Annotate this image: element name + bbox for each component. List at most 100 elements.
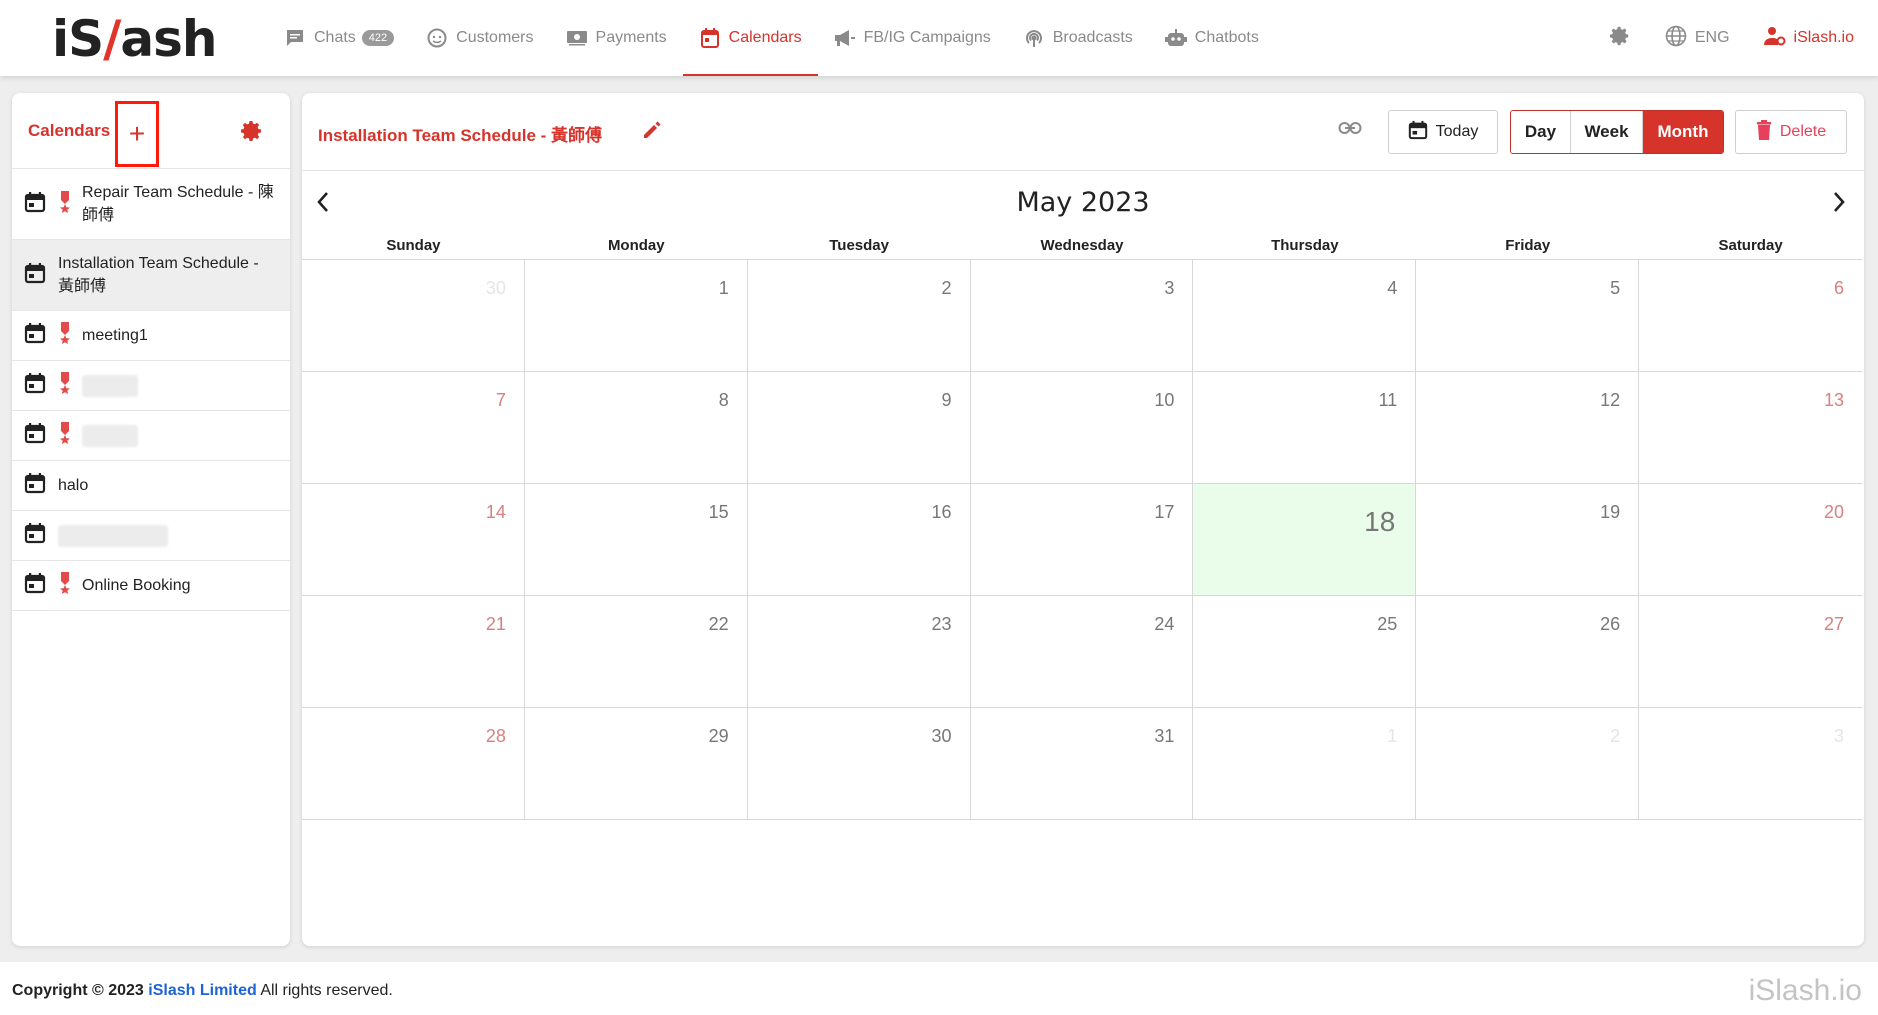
day-cell[interactable]: 24: [970, 596, 1194, 708]
language-selector[interactable]: ENG: [1665, 25, 1730, 52]
plus-icon: +: [128, 118, 146, 149]
nav-payments[interactable]: Payments: [550, 0, 683, 76]
day-cell[interactable]: 9: [747, 372, 971, 484]
next-month-button[interactable]: [1832, 191, 1846, 218]
view-week-button[interactable]: Week: [1571, 111, 1643, 153]
day-number: 5: [1610, 278, 1621, 298]
day-number: 3: [1164, 278, 1175, 298]
calendar-main-panel: Installation Team Schedule - 黃師傅 Today D…: [302, 93, 1864, 946]
day-cell[interactable]: 20: [1639, 484, 1862, 596]
gear-icon: [1609, 25, 1631, 52]
nav-right: ENG iSlash.io: [1609, 0, 1854, 76]
day-cell[interactable]: 2: [747, 260, 971, 372]
day-number: 9: [941, 390, 952, 410]
sidebar-item-hidden-2[interactable]: [12, 411, 290, 461]
today-cell[interactable]: 18: [1193, 484, 1417, 596]
day-cell[interactable]: 1: [524, 260, 748, 372]
weekday-label: Saturday: [1718, 237, 1783, 254]
day-cell[interactable]: 25: [1193, 596, 1417, 708]
day-cell[interactable]: 14: [302, 484, 525, 596]
day-number: 6: [1833, 278, 1844, 298]
day-cell[interactable]: 10: [970, 372, 1194, 484]
day-cell[interactable]: 5: [1416, 260, 1640, 372]
calendar-icon: [24, 522, 48, 549]
calendar-icon: [24, 322, 48, 349]
day-cell[interactable]: 21: [302, 596, 525, 708]
sidebar-item-meeting1[interactable]: meeting1: [12, 311, 290, 361]
nav-chatbots[interactable]: Chatbots: [1149, 0, 1275, 76]
month-grid: 30 1 2 3 4 5 6 7 8 9 10 11 12 13 14 15 1…: [302, 259, 1862, 820]
day-cell[interactable]: 11: [1193, 372, 1417, 484]
weekday-label: Wednesday: [1040, 237, 1124, 254]
sidebar-item-repair-team[interactable]: Repair Team Schedule - 陳師傅: [12, 169, 290, 240]
settings-button[interactable]: [1609, 25, 1631, 52]
day-cell[interactable]: 31: [970, 708, 1194, 820]
weekday-label: Tuesday: [829, 237, 889, 254]
chats-count-badge: 422: [361, 30, 395, 46]
day-cell[interactable]: 16: [747, 484, 971, 596]
day-cell[interactable]: 1: [1193, 708, 1417, 820]
day-cell[interactable]: 27: [1639, 596, 1862, 708]
nav-chats[interactable]: Chats 422: [268, 0, 410, 76]
day-number: 10: [1154, 390, 1175, 410]
award-ribbon-icon: [58, 372, 72, 399]
weekday-label: Sunday: [386, 237, 441, 254]
day-cell[interactable]: 30: [302, 260, 525, 372]
day-cell[interactable]: 30: [747, 708, 971, 820]
day-cell[interactable]: 12: [1416, 372, 1640, 484]
sidebar-item-halo[interactable]: halo: [12, 461, 290, 511]
sidebar-item-online-booking[interactable]: Online Booking: [12, 561, 290, 611]
footer: Copyright © 2023 iSlash Limited All righ…: [0, 962, 1878, 1015]
copy-link-button[interactable]: [1338, 121, 1362, 140]
nav-calendars-label: Calendars: [728, 29, 802, 46]
day-cell[interactable]: 8: [524, 372, 748, 484]
day-number: 7: [495, 390, 506, 410]
islash-logo[interactable]: iS/ash: [52, 10, 218, 68]
calendar-settings-button[interactable]: [240, 119, 264, 148]
calendars-sidebar: Calendars + Repair Team Schedule - 陳師傅 I…: [12, 93, 290, 946]
sidebar-item-installation-team[interactable]: Installation Team Schedule - 黃師傅: [12, 240, 290, 311]
company-link[interactable]: iSlash Limited: [148, 982, 256, 999]
day-cell[interactable]: 3: [970, 260, 1194, 372]
day-number: 1: [718, 278, 729, 298]
view-day-button[interactable]: Day: [1511, 111, 1571, 153]
day-cell[interactable]: 17: [970, 484, 1194, 596]
day-cell[interactable]: 22: [524, 596, 748, 708]
redacted-label: [58, 524, 168, 547]
day-cell[interactable]: 23: [747, 596, 971, 708]
month-navigation: May 2023: [302, 171, 1864, 237]
today-button[interactable]: Today: [1388, 110, 1498, 154]
view-month-button[interactable]: Month: [1643, 111, 1723, 153]
day-number: 30: [931, 726, 952, 746]
day-cell[interactable]: 28: [302, 708, 525, 820]
today-label: Today: [1435, 123, 1479, 140]
day-cell[interactable]: 3: [1639, 708, 1862, 820]
day-cell[interactable]: 29: [524, 708, 748, 820]
nav-campaigns[interactable]: FB/IG Campaigns: [818, 0, 1007, 76]
edit-title-button[interactable]: [641, 119, 663, 146]
logo-slash: /: [103, 10, 121, 68]
redacted-label: [82, 374, 138, 397]
day-cell[interactable]: 13: [1639, 372, 1862, 484]
day-cell[interactable]: 19: [1416, 484, 1640, 596]
day-cell[interactable]: 7: [302, 372, 525, 484]
nav-broadcasts[interactable]: Broadcasts: [1007, 0, 1149, 76]
nav-customers[interactable]: Customers: [410, 0, 549, 76]
day-number: 18: [1364, 506, 1396, 537]
delete-calendar-button[interactable]: Delete: [1735, 110, 1847, 154]
day-cell[interactable]: 4: [1193, 260, 1417, 372]
user-menu[interactable]: iSlash.io: [1763, 26, 1854, 51]
sidebar-item-hidden-3[interactable]: [12, 511, 290, 561]
day-cell[interactable]: 15: [524, 484, 748, 596]
day-cell[interactable]: 26: [1416, 596, 1640, 708]
sidebar-item-label: Online Booking: [82, 577, 191, 594]
chevron-right-icon: [1832, 192, 1846, 217]
nav-calendars[interactable]: Calendars: [682, 0, 818, 76]
weekday-label: Friday: [1505, 237, 1551, 254]
add-calendar-button[interactable]: +: [115, 101, 159, 167]
language-label: ENG: [1694, 29, 1730, 46]
nav-payments-label: Payments: [595, 29, 667, 46]
day-cell[interactable]: 6: [1639, 260, 1862, 372]
day-cell[interactable]: 2: [1416, 708, 1640, 820]
sidebar-item-hidden-1[interactable]: [12, 361, 290, 411]
